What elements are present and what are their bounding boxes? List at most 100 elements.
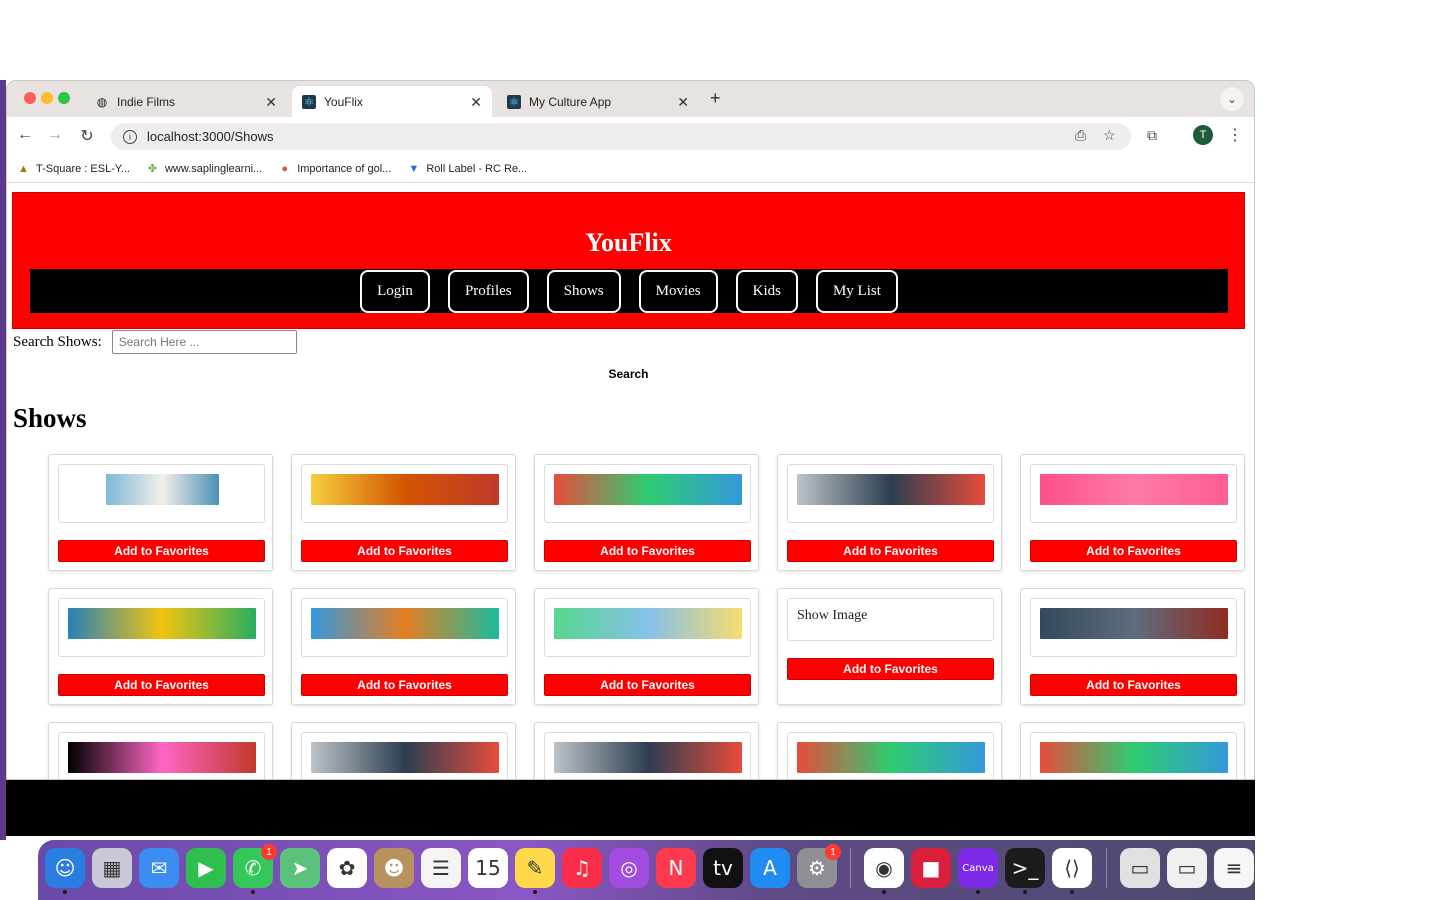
nav-profiles[interactable]: Profiles bbox=[447, 269, 529, 313]
show-image-frame[interactable] bbox=[1030, 598, 1237, 657]
new-tab-button[interactable]: + bbox=[710, 88, 721, 109]
finder-icon[interactable]: ☺ bbox=[45, 848, 85, 894]
add-to-favorites-button[interactable]: Add to Favorites bbox=[58, 540, 265, 562]
window-preview-icon[interactable]: ▭ bbox=[1167, 848, 1207, 888]
add-to-favorites-button[interactable]: Add to Favorites bbox=[1030, 674, 1237, 696]
dock-separator bbox=[850, 848, 851, 888]
close-tab-icon[interactable]: ✕ bbox=[470, 94, 482, 111]
show-thumbnail bbox=[311, 474, 499, 505]
show-image-frame[interactable] bbox=[787, 464, 994, 523]
reminders-icon[interactable]: ☰ bbox=[421, 848, 461, 888]
notification-badge: 1 bbox=[261, 844, 277, 860]
profile-avatar[interactable]: T bbox=[1193, 125, 1213, 145]
react-icon: ⚛ bbox=[507, 94, 521, 109]
bookmark-sapling[interactable]: ✤ www.saplinglearni... bbox=[146, 162, 262, 176]
show-image-frame[interactable] bbox=[544, 598, 751, 657]
show-image-frame[interactable]: Show Image bbox=[787, 598, 994, 641]
show-image-frame[interactable] bbox=[58, 732, 265, 779]
nav-my-list[interactable]: My List bbox=[815, 269, 898, 313]
add-to-favorites-button[interactable]: Add to Favorites bbox=[301, 674, 508, 696]
bookmark-label: Roll Label - RC Re... bbox=[426, 162, 528, 175]
nav-login[interactable]: Login bbox=[360, 269, 430, 313]
calendar-icon[interactable]: 15 bbox=[468, 848, 508, 888]
photos-icon[interactable]: ✿ bbox=[327, 848, 367, 888]
vscode-icon[interactable]: ⟨⟩ bbox=[1052, 848, 1092, 894]
close-tab-icon[interactable]: ✕ bbox=[677, 94, 689, 111]
appstore-icon[interactable]: A bbox=[750, 848, 790, 888]
bookmarks-bar: ▲ T-Square : ESL-Y... ✤ www.saplinglearn… bbox=[7, 155, 1254, 183]
show-image-frame[interactable] bbox=[1030, 464, 1237, 523]
forward-button[interactable]: → bbox=[45, 126, 65, 144]
sapling-icon: ✤ bbox=[147, 163, 158, 175]
add-to-favorites-button[interactable]: Add to Favorites bbox=[787, 658, 994, 680]
site-info-icon[interactable]: i bbox=[123, 129, 137, 144]
install-app-icon[interactable]: ⎙ bbox=[1075, 127, 1086, 144]
add-to-favorites-button[interactable]: Add to Favorites bbox=[301, 540, 508, 562]
nav-kids[interactable]: Kids bbox=[735, 269, 798, 313]
bookmark-roll-label[interactable]: ▼ Roll Label - RC Re... bbox=[407, 162, 527, 175]
vlabel-icon: ▼ bbox=[408, 162, 420, 175]
extensions-icon[interactable]: ⧉ bbox=[1147, 127, 1157, 144]
messages-icon[interactable]: ✆ 1 bbox=[233, 844, 277, 894]
tab-search-button[interactable]: ⌄ bbox=[1220, 87, 1244, 111]
search-button[interactable]: Search bbox=[7, 367, 1250, 381]
screenrec-icon[interactable]: ■ bbox=[911, 848, 951, 888]
browser-menu-icon[interactable]: ⋮ bbox=[1227, 125, 1243, 145]
facetime-icon[interactable]: ▶ bbox=[186, 848, 226, 888]
close-tab-icon[interactable]: ✕ bbox=[265, 94, 277, 111]
add-to-favorites-button[interactable]: Add to Favorites bbox=[544, 540, 751, 562]
chrome-window-icon[interactable]: ≡ bbox=[1214, 848, 1254, 888]
show-image-frame[interactable] bbox=[58, 464, 265, 523]
news-icon[interactable]: N bbox=[656, 848, 696, 888]
running-indicator bbox=[1070, 890, 1074, 894]
back-button[interactable]: ← bbox=[15, 126, 35, 144]
show-image-frame[interactable] bbox=[301, 464, 508, 523]
launchpad-icon[interactable]: ▦ bbox=[92, 848, 132, 888]
show-thumbnail bbox=[106, 474, 219, 505]
show-card: Add to Favorites bbox=[534, 588, 759, 705]
contacts-icon[interactable]: ☻ bbox=[374, 848, 414, 888]
add-to-favorites-button[interactable]: Add to Favorites bbox=[544, 674, 751, 696]
add-to-favorites-button[interactable]: Add to Favorites bbox=[1030, 540, 1237, 562]
tab-indie-films[interactable]: ◍ Indie Films ✕ bbox=[85, 86, 287, 117]
tab-my-culture-app[interactable]: ⚛ My Culture App ✕ bbox=[497, 86, 699, 117]
show-thumbnail bbox=[311, 742, 499, 773]
show-image-frame[interactable] bbox=[787, 732, 994, 779]
minimize-window-button[interactable] bbox=[41, 92, 53, 104]
browser-toolbar: ← → ↻ i localhost:3000/Shows ⎙ ☆ ⧉ T ⋮ bbox=[7, 117, 1254, 155]
bookmark-star-icon[interactable]: ☆ bbox=[1103, 127, 1116, 144]
notes-icon[interactable]: ✎ bbox=[515, 848, 555, 894]
bookmark-importance[interactable]: ● Importance of gol... bbox=[278, 162, 391, 175]
show-image-frame[interactable] bbox=[301, 732, 508, 779]
search-input[interactable] bbox=[111, 330, 297, 354]
podcasts-icon[interactable]: ◎ bbox=[609, 848, 649, 888]
maps-icon[interactable]: ➤ bbox=[280, 848, 320, 888]
reload-button[interactable]: ↻ bbox=[77, 126, 97, 146]
appletv-icon[interactable]: tv bbox=[703, 848, 743, 888]
zoom-window-button[interactable] bbox=[58, 92, 70, 104]
chrome-icon[interactable]: ◉ bbox=[864, 848, 904, 894]
add-to-favorites-button[interactable]: Add to Favorites bbox=[58, 674, 265, 696]
search-row: Search Shows: bbox=[13, 330, 297, 354]
show-image-frame[interactable] bbox=[544, 464, 751, 523]
running-indicator bbox=[63, 890, 67, 894]
terminal-icon[interactable]: >_ bbox=[1005, 848, 1045, 894]
mail-icon[interactable]: ✉ bbox=[139, 848, 179, 888]
nav-shows[interactable]: Shows bbox=[546, 269, 621, 313]
nav-movies[interactable]: Movies bbox=[638, 269, 718, 313]
music-icon[interactable]: ♫ bbox=[562, 848, 602, 888]
close-window-button[interactable] bbox=[24, 92, 36, 104]
app-title: YouFlix bbox=[585, 228, 672, 257]
show-image-frame[interactable] bbox=[544, 732, 751, 779]
show-image-frame[interactable] bbox=[58, 598, 265, 657]
react-icon: ⚛ bbox=[302, 94, 316, 109]
add-to-favorites-button[interactable]: Add to Favorites bbox=[787, 540, 994, 562]
tab-youflix[interactable]: ⚛ YouFlix ✕ bbox=[292, 86, 492, 117]
canva-icon[interactable]: Canva bbox=[958, 848, 998, 894]
settings-icon[interactable]: ⚙ 1 bbox=[797, 844, 841, 888]
show-image-frame[interactable] bbox=[301, 598, 508, 657]
bookmark-tsquare[interactable]: ▲ T-Square : ESL-Y... bbox=[17, 162, 130, 175]
address-bar[interactable]: i localhost:3000/Shows bbox=[111, 123, 1131, 150]
documents-icon[interactable]: ▭ bbox=[1120, 848, 1160, 888]
show-image-frame[interactable] bbox=[1030, 732, 1237, 779]
